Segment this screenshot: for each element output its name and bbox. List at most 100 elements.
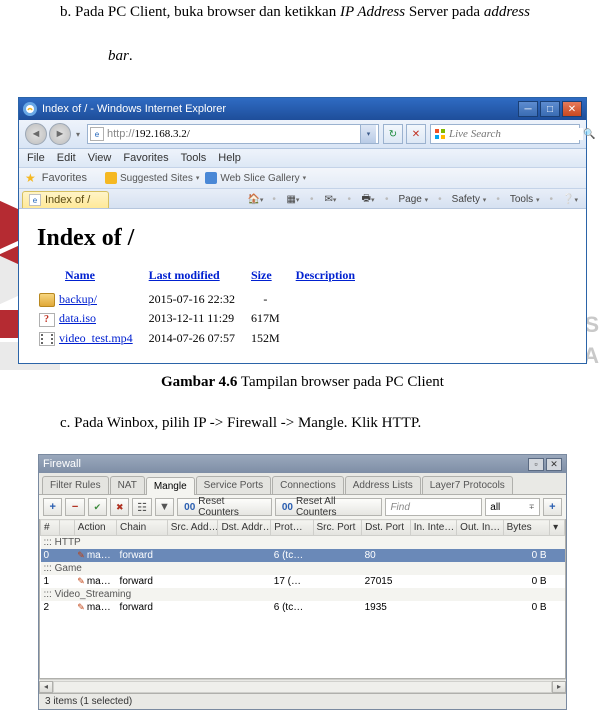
video-file-icon [39,332,55,346]
status-bar: 3 items (1 selected) [39,693,566,709]
ie-window: Index of / - Windows Internet Explorer ─… [18,97,587,364]
col-size[interactable]: Size [251,268,272,282]
favorites-bar: ★ Favorites Suggested Sites▾ Web Slice G… [19,168,586,189]
tab-filter-rules[interactable]: Filter Rules [42,476,109,494]
tab-index[interactable]: e Index of / [22,191,109,208]
reset-counters-button[interactable]: 00 Reset Counters [177,498,272,516]
firewall-tabs: Filter Rules NAT Mangle Service Ports Co… [39,473,566,494]
enable-button[interactable] [88,498,107,516]
search-input[interactable] [449,128,583,140]
file-link[interactable]: video_test.mp4 [59,331,133,345]
back-button[interactable]: ◄ [25,123,47,145]
group-row: ::: HTTP [41,536,565,550]
fw-restore-button[interactable]: ▫ [528,458,544,471]
tab-strip: e Index of / 🏠▾ • ▦▾ • ✉▾ • 🖶▾ • Page ▾ … [19,189,586,209]
menu-favorites[interactable]: Favorites [123,152,168,164]
history-dropdown[interactable]: ▾ [73,123,83,145]
close-button[interactable]: ✕ [562,101,582,117]
col-bytes[interactable]: Bytes [503,520,549,536]
tab-connections[interactable]: Connections [272,476,344,494]
suggested-icon [105,172,117,184]
filter-button[interactable]: ▼ [155,498,174,516]
col-desc[interactable]: Description [296,268,355,282]
file-size: 617M [251,310,294,327]
col-action[interactable]: Action [74,520,116,536]
col-src-addr[interactable]: Src. Add… [167,520,218,536]
col-flag[interactable] [60,520,75,536]
col-num[interactable]: # [41,520,60,536]
favorites-label[interactable]: Favorites [42,172,87,184]
favorites-star-icon[interactable]: ★ [25,171,36,185]
home-icon[interactable]: 🏠▾ [248,193,262,207]
minimize-button[interactable]: ─ [518,101,538,117]
address-bar[interactable]: e http:// ▾ [87,124,379,144]
help-icon[interactable]: ❔▾ [563,193,577,207]
feeds-icon[interactable]: ▦▾ [286,193,300,207]
col-more[interactable]: ▾ [550,520,565,536]
file-size: 152M [251,330,294,347]
rule-row[interactable]: 0 ✎ma… forward 6 (tc… 80 0 B [41,549,565,562]
menu-edit[interactable]: Edit [57,152,76,164]
ie-navbar: ◄ ► ▾ e http:// ▾ ↻ ✕ 🔍 [19,120,586,149]
search-go-icon[interactable]: 🔍 [583,129,595,140]
file-link[interactable]: backup/ [59,292,97,306]
directory-listing: Name Last modified Size Description back… [37,264,371,349]
col-modified[interactable]: Last modified [149,268,220,282]
col-out-int[interactable]: Out. In… [457,520,503,536]
suggested-sites[interactable]: Suggested Sites▾ [105,172,199,184]
add-filter-button[interactable]: + [543,498,562,516]
tab-service-ports[interactable]: Service Ports [196,476,271,494]
col-dst-addr[interactable]: Dst. Addr… [218,520,271,536]
disable-button[interactable] [110,498,129,516]
refresh-button[interactable]: ↻ [383,124,403,144]
file-modified: 2015-07-16 22:32 [149,291,249,308]
menu-help[interactable]: Help [218,152,241,164]
col-src-port[interactable]: Src. Port [313,520,362,536]
tab-nat[interactable]: NAT [110,476,145,494]
col-name[interactable]: Name [65,268,95,282]
menu-file[interactable]: File [27,152,45,164]
col-proto[interactable]: Prot… [271,520,313,536]
col-dst-port[interactable]: Dst. Port [362,520,411,536]
find-input[interactable]: Find [385,498,482,516]
menu-view[interactable]: View [88,152,112,164]
col-chain[interactable]: Chain [117,520,168,536]
forward-button[interactable]: ► [49,123,71,145]
print-icon[interactable]: 🖶▾ [361,193,375,207]
address-dropdown[interactable]: ▾ [360,125,376,143]
menu-tools[interactable]: Tools [181,152,207,164]
stop-button[interactable]: ✕ [406,124,426,144]
rule-row[interactable]: 2 ✎ma… forward 6 (tc… 1935 0 B [41,601,565,614]
ie-icon [23,102,37,116]
cmd-tools[interactable]: Tools ▾ [510,194,540,205]
group-row: ::: Video_Streaming [41,588,565,601]
ie-menubar: File Edit View Favorites Tools Help [19,149,586,168]
firewall-grid: # Action Chain Src. Add… Dst. Addr… Prot… [39,519,566,679]
rule-row[interactable]: 1 ✎ma… forward 17 (… 27015 0 B [41,575,565,588]
mail-icon[interactable]: ✉▾ [323,193,337,207]
reset-all-counters-button[interactable]: 00 Reset All Counters [275,498,383,516]
comment-button[interactable]: ☷ [132,498,151,516]
remove-button[interactable]: − [65,498,84,516]
cmd-safety[interactable]: Safety ▾ [452,194,487,205]
file-link[interactable]: data.iso [59,311,96,325]
tab-address-lists[interactable]: Address Lists [345,476,421,494]
url-protocol: http:// [107,128,135,140]
maximize-button[interactable]: □ [540,101,560,117]
filter-select[interactable]: all∓ [485,498,539,516]
col-in-int[interactable]: In. Inte… [410,520,456,536]
mark-icon: ✎ [77,550,85,560]
tab-favicon: e [29,194,41,206]
tab-layer7[interactable]: Layer7 Protocols [422,476,513,494]
search-box[interactable]: 🔍 [430,124,580,144]
add-button[interactable]: + [43,498,62,516]
web-slice-gallery[interactable]: Web Slice Gallery▾ [205,172,306,184]
grid-header: # Action Chain Src. Add… Dst. Addr… Prot… [41,520,565,536]
folder-icon [39,293,55,307]
tab-mangle[interactable]: Mangle [146,477,195,495]
horizontal-scrollbar[interactable]: ◂▸ [39,679,566,693]
cmd-page[interactable]: Page ▾ [398,194,428,205]
url-input[interactable] [135,128,360,140]
fw-close-button[interactable]: ✕ [546,458,562,471]
doc-line-b2: bar. [108,44,597,70]
